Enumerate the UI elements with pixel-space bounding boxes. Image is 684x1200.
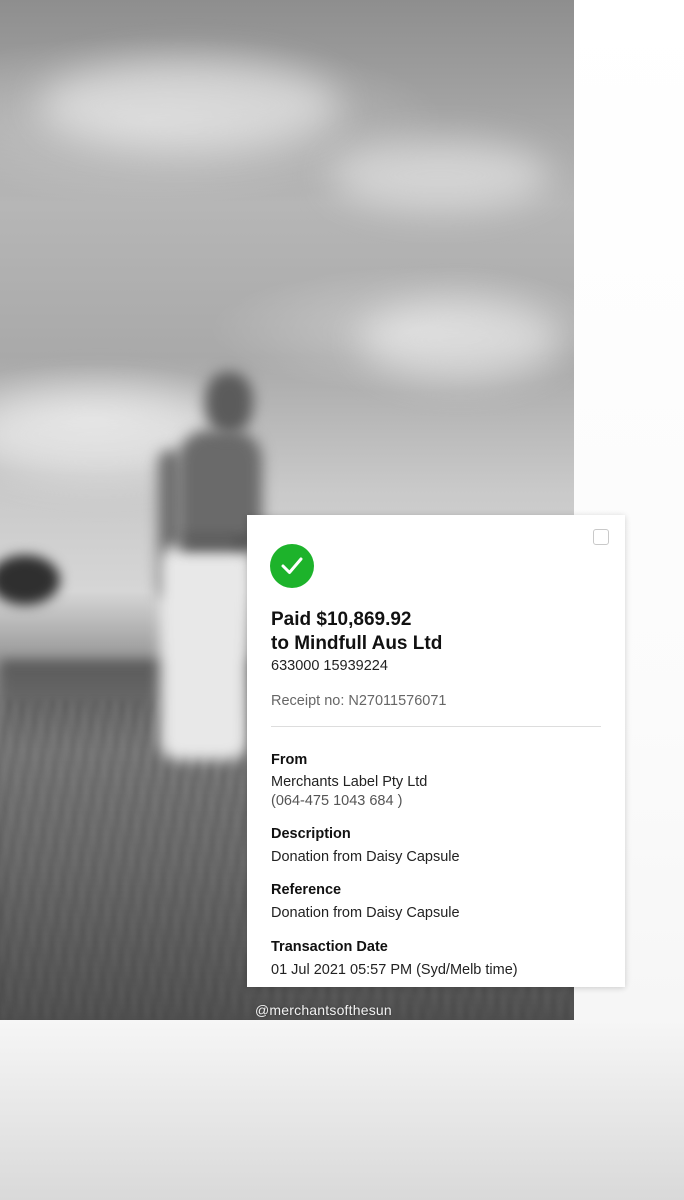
payment-title: Paid $10,869.92 to Mindfull Aus Ltd bbox=[271, 608, 442, 656]
person-belt bbox=[180, 540, 250, 550]
receipt-number: Receipt no: N27011576071 bbox=[271, 693, 447, 709]
divider bbox=[271, 726, 601, 727]
transaction-date-value: 01 Jul 2021 05:57 PM (Syd/Melb time) bbox=[271, 962, 518, 978]
reference-label: Reference bbox=[271, 882, 342, 898]
checkmark-icon bbox=[270, 544, 314, 588]
reference-value: Donation from Daisy Capsule bbox=[271, 905, 460, 921]
cloud bbox=[40, 60, 340, 150]
cloud bbox=[360, 300, 560, 380]
payment-amount: Paid $10,869.92 bbox=[271, 609, 412, 630]
payment-receipt-card: Paid $10,869.92 to Mindfull Aus Ltd 6330… bbox=[247, 515, 625, 987]
transaction-date-label: Transaction Date bbox=[271, 939, 388, 955]
recipient-account: 633000 15939224 bbox=[271, 658, 388, 674]
from-account: (064-475 1043 684 ) bbox=[271, 793, 403, 809]
description-label: Description bbox=[271, 826, 351, 842]
from-value: Merchants Label Pty Ltd bbox=[271, 774, 428, 790]
photo-credit-handle[interactable]: @merchantsofthesun bbox=[255, 1002, 392, 1018]
person-legs bbox=[160, 545, 248, 760]
cloud bbox=[330, 140, 550, 210]
person-head bbox=[205, 372, 253, 434]
payment-recipient: to Mindfull Aus Ltd bbox=[271, 633, 443, 654]
from-label: From bbox=[271, 752, 308, 768]
copy-icon[interactable] bbox=[593, 529, 613, 549]
description-value: Donation from Daisy Capsule bbox=[271, 849, 460, 865]
tree bbox=[0, 555, 60, 605]
